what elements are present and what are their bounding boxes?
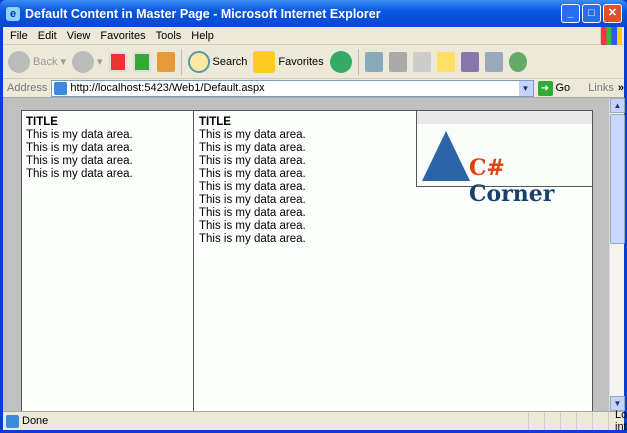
- status-cell: [544, 412, 560, 430]
- web-content: TITLE This is my data area. This is my d…: [3, 98, 609, 411]
- data-line: This is my data area.: [26, 168, 133, 180]
- data-line: This is my data area.: [199, 233, 306, 245]
- logo-strip: [417, 111, 592, 124]
- star-icon: [253, 50, 276, 73]
- data-line: This is my data area.: [26, 155, 133, 167]
- window-title: Default Content in Master Page - Microso…: [25, 6, 381, 21]
- refresh-icon[interactable]: [132, 51, 151, 72]
- scroll-up-icon[interactable]: ▲: [610, 98, 625, 113]
- menu-file[interactable]: File: [10, 30, 28, 42]
- favorites-button[interactable]: Favorites: [253, 50, 324, 73]
- address-input[interactable]: http://localhost:5423/Web1/Default.aspx …: [51, 79, 534, 97]
- ie-icon: e: [6, 6, 20, 21]
- data-line: This is my data area.: [199, 207, 306, 219]
- status-cell: [576, 412, 592, 430]
- page-area: TITLE This is my data area. This is my d…: [21, 110, 593, 411]
- data-line: This is my data area.: [199, 181, 306, 193]
- go-button[interactable]: ➜ Go: [537, 80, 570, 96]
- messenger-icon[interactable]: [460, 51, 479, 72]
- data-line: This is my data area.: [199, 155, 306, 167]
- maximize-button[interactable]: □: [582, 4, 601, 23]
- right-column: TITLE This is my data area. This is my d…: [195, 111, 415, 411]
- left-title: TITLE: [26, 116, 58, 128]
- logo-text-b: Corner: [469, 181, 555, 207]
- page-icon: [6, 414, 19, 428]
- page-icon: [54, 81, 68, 95]
- data-line: This is my data area.: [199, 129, 306, 141]
- data-line: This is my data area.: [199, 220, 306, 232]
- links-button[interactable]: Links: [588, 82, 614, 94]
- vertical-scrollbar[interactable]: ▲ ▼: [609, 98, 625, 411]
- triangle-logo-icon: [422, 131, 470, 181]
- back-arrow-icon: [8, 50, 30, 73]
- data-line: This is my data area.: [26, 142, 133, 154]
- status-cell: [592, 412, 608, 430]
- menu-view[interactable]: View: [67, 30, 91, 42]
- search-icon: [187, 50, 210, 73]
- forward-arrow-icon: [72, 50, 94, 73]
- data-line: This is my data area.: [199, 168, 306, 180]
- separator: [180, 48, 182, 75]
- left-column: TITLE This is my data area. This is my d…: [22, 111, 194, 411]
- go-arrow-icon: ➜: [537, 80, 553, 96]
- menu-favorites[interactable]: Favorites: [100, 30, 145, 42]
- status-cell: [528, 412, 544, 430]
- forward-button[interactable]: ▾: [72, 50, 103, 73]
- title-bar: e Default Content in Master Page - Micro…: [0, 0, 627, 27]
- close-button[interactable]: ✕: [603, 4, 622, 23]
- scroll-thumb[interactable]: [610, 114, 625, 244]
- notes-icon[interactable]: [436, 51, 455, 72]
- address-bar: Address http://localhost:5423/Web1/Defau…: [3, 79, 624, 98]
- minimize-button[interactable]: _: [561, 4, 580, 23]
- status-cell: [560, 412, 576, 430]
- msn-icon[interactable]: [508, 51, 527, 72]
- history-icon[interactable]: [329, 50, 352, 73]
- back-button[interactable]: Back ▾: [8, 50, 66, 73]
- csharp-corner-logo: C# Corner: [416, 111, 592, 207]
- stop-icon[interactable]: [108, 51, 127, 72]
- logo-text-a: C#: [469, 155, 505, 181]
- data-line: This is my data area.: [26, 129, 133, 141]
- menu-help[interactable]: Help: [191, 30, 214, 42]
- separator: [357, 48, 359, 75]
- research-icon[interactable]: [484, 51, 503, 72]
- status-text: Done: [22, 415, 49, 427]
- mail-icon[interactable]: [364, 51, 383, 72]
- windows-logo-icon: [600, 27, 622, 45]
- home-icon[interactable]: [156, 51, 175, 72]
- chevron-right-icon[interactable]: »: [618, 82, 624, 94]
- right-title: TITLE: [199, 116, 231, 128]
- logo-text: C# Corner: [469, 155, 592, 207]
- print-icon[interactable]: [388, 51, 407, 72]
- toolbar: Back ▾ ▾ Search Favorites: [3, 45, 624, 79]
- data-line: This is my data area.: [199, 142, 306, 154]
- data-line: This is my data area.: [199, 194, 306, 206]
- status-bar: Done Local intranet: [3, 409, 627, 433]
- menu-edit[interactable]: Edit: [38, 30, 57, 42]
- search-button[interactable]: Search: [187, 50, 247, 73]
- menu-tools[interactable]: Tools: [156, 30, 182, 42]
- security-zone: Local intranet: [608, 409, 627, 433]
- menu-bar: File Edit View Favorites Tools Help: [3, 27, 624, 45]
- chevron-down-icon[interactable]: ▼: [518, 80, 533, 96]
- edit-icon[interactable]: [412, 51, 431, 72]
